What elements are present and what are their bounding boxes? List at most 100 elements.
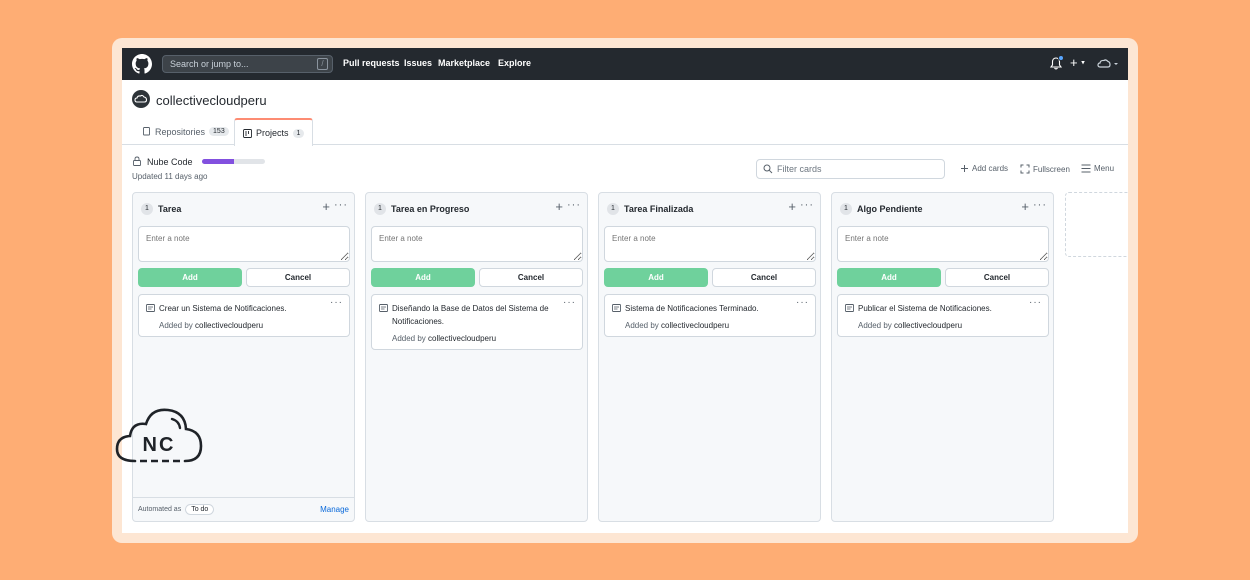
automation-label: To do — [185, 504, 215, 515]
tab-projects[interactable]: Projects 1 — [234, 118, 314, 146]
project-name[interactable]: Nube Code — [147, 157, 193, 167]
note-card[interactable]: Publicar el Sistema de Notificaciones. A… — [837, 294, 1049, 337]
add-note-plus-icon[interactable]: + — [322, 199, 330, 214]
cancel-note-button[interactable]: Cancel — [246, 268, 350, 287]
add-cards-label: Add cards — [972, 164, 1009, 173]
card-meta: Added by collectivecloudperu — [392, 334, 558, 343]
column-more-icon[interactable]: ··· — [567, 199, 581, 211]
user-avatar-menu-icon[interactable] — [1097, 58, 1119, 70]
column-header: 1 Algo Pendiente — [840, 203, 923, 215]
card-text: Crear un Sistema de Notificaciones. — [159, 304, 287, 313]
note-card[interactable]: Diseñando la Base de Datos del Sistema d… — [371, 294, 583, 350]
caret-down-icon: ▾ — [1081, 59, 1085, 67]
column-title[interactable]: Tarea en Progreso — [391, 204, 469, 214]
added-by-label: Added by — [392, 334, 426, 343]
add-note-button[interactable]: Add — [371, 268, 475, 287]
org-name[interactable]: collectivecloudperu — [156, 93, 267, 108]
add-note-plus-icon[interactable]: + — [788, 199, 796, 214]
search-shortcut: / — [317, 58, 328, 70]
add-note-button[interactable]: Add — [138, 268, 242, 287]
note-card[interactable]: Crear un Sistema de Notificaciones. Adde… — [138, 294, 350, 337]
column-title[interactable]: Tarea Finalizada — [624, 204, 693, 214]
card-more-icon[interactable]: ··· — [796, 297, 809, 308]
fullscreen-button[interactable]: Fullscreen — [1020, 164, 1070, 174]
add-column-placeholder[interactable] — [1065, 192, 1128, 257]
tab-repositories[interactable]: Repositories 153 — [134, 118, 237, 145]
card-meta: Added by collectivecloudperu — [159, 321, 325, 330]
search-input[interactable]: Search or jump to... / — [162, 55, 333, 73]
column-header: 1 Tarea Finalizada — [607, 203, 693, 215]
added-by-label: Added by — [625, 321, 659, 330]
repo-icon — [143, 127, 150, 136]
tab-count: 1 — [292, 128, 305, 138]
add-note-plus-icon[interactable]: + — [1021, 199, 1029, 214]
added-by-label: Added by — [858, 321, 892, 330]
filter-cards-input[interactable]: Filter cards — [756, 159, 945, 179]
added-by-label: Added by — [159, 321, 193, 330]
column-title[interactable]: Algo Pendiente — [857, 204, 923, 214]
note-input[interactable] — [604, 226, 816, 262]
nc-cloud-logo-icon: NC — [115, 408, 203, 463]
note-input[interactable] — [138, 226, 350, 262]
notification-dot — [1058, 55, 1064, 61]
note-input[interactable] — [371, 226, 583, 262]
cloud-logo-icon — [134, 94, 148, 103]
column-more-icon[interactable]: ··· — [334, 199, 348, 211]
org-avatar[interactable] — [132, 90, 150, 108]
nav-link-marketplace[interactable]: Marketplace — [438, 58, 490, 68]
card-meta: Added by collectivecloudperu — [858, 321, 1024, 330]
add-cards-button[interactable]: Add cards — [960, 164, 1008, 173]
top-nav: Search or jump to... / Pull requests Iss… — [122, 48, 1128, 80]
filter-placeholder: Filter cards — [777, 164, 822, 174]
create-new-menu[interactable]: + ▾ — [1070, 56, 1085, 71]
manage-automation-link[interactable]: Manage — [320, 505, 349, 514]
column-header: 1 Tarea — [141, 203, 181, 215]
plus-icon — [961, 165, 968, 172]
hamburger-icon — [1081, 164, 1091, 173]
add-note-plus-icon[interactable]: + — [555, 199, 563, 214]
cancel-note-button[interactable]: Cancel — [945, 268, 1049, 287]
note-icon — [146, 304, 155, 312]
add-note-button[interactable]: Add — [604, 268, 708, 287]
note-card[interactable]: Sistema de Notificaciones Terminado. Add… — [604, 294, 816, 337]
cancel-note-button[interactable]: Cancel — [479, 268, 583, 287]
column-card-count: 1 — [840, 203, 852, 215]
card-more-icon[interactable]: ··· — [330, 297, 343, 308]
tab-label: Projects — [256, 128, 289, 138]
card-more-icon[interactable]: ··· — [563, 297, 576, 308]
card-author[interactable]: collectivecloudperu — [428, 334, 496, 343]
card-text: Publicar el Sistema de Notificaciones. — [858, 304, 992, 313]
tab-label: Repositories — [155, 126, 206, 137]
column-header: 1 Tarea en Progreso — [374, 203, 469, 215]
menu-button[interactable]: Menu — [1081, 164, 1114, 173]
card-more-icon[interactable]: ··· — [1029, 297, 1042, 308]
column-algo-pendiente: 1 Algo Pendiente + ··· Add Cancel Public… — [831, 192, 1054, 522]
project-progress-bar — [202, 159, 265, 164]
card-author[interactable]: collectivecloudperu — [661, 321, 729, 330]
add-note-button[interactable]: Add — [837, 268, 941, 287]
card-author[interactable]: collectivecloudperu — [894, 321, 962, 330]
note-input[interactable] — [837, 226, 1049, 262]
cancel-note-button[interactable]: Cancel — [712, 268, 816, 287]
column-footer: Automated as To do Manage — [133, 497, 354, 521]
column-tarea-finalizada: 1 Tarea Finalizada + ··· Add Cancel Sist… — [598, 192, 821, 522]
github-logo-icon[interactable] — [132, 54, 152, 74]
nav-link-issues[interactable]: Issues — [404, 58, 432, 68]
column-more-icon[interactable]: ··· — [800, 199, 814, 211]
column-title[interactable]: Tarea — [158, 204, 181, 214]
project-board-icon — [243, 128, 252, 138]
nav-link-pull-requests[interactable]: Pull requests — [343, 58, 400, 68]
column-tarea: 1 Tarea + ··· Add Cancel Crear un Sistem… — [132, 192, 355, 522]
column-more-icon[interactable]: ··· — [1033, 199, 1047, 211]
card-meta: Added by collectivecloudperu — [625, 321, 791, 330]
menu-label: Menu — [1094, 164, 1115, 173]
card-text: Diseñando la Base de Datos del Sistema d… — [392, 304, 549, 326]
note-icon — [612, 304, 621, 312]
logo-text: NC — [143, 434, 176, 456]
note-icon — [379, 304, 388, 312]
card-author[interactable]: collectivecloudperu — [195, 321, 263, 330]
nav-link-explore[interactable]: Explore — [498, 58, 531, 68]
project-progress-fill — [202, 159, 234, 164]
column-card-count: 1 — [141, 203, 153, 215]
plus-icon: + — [1070, 55, 1078, 70]
